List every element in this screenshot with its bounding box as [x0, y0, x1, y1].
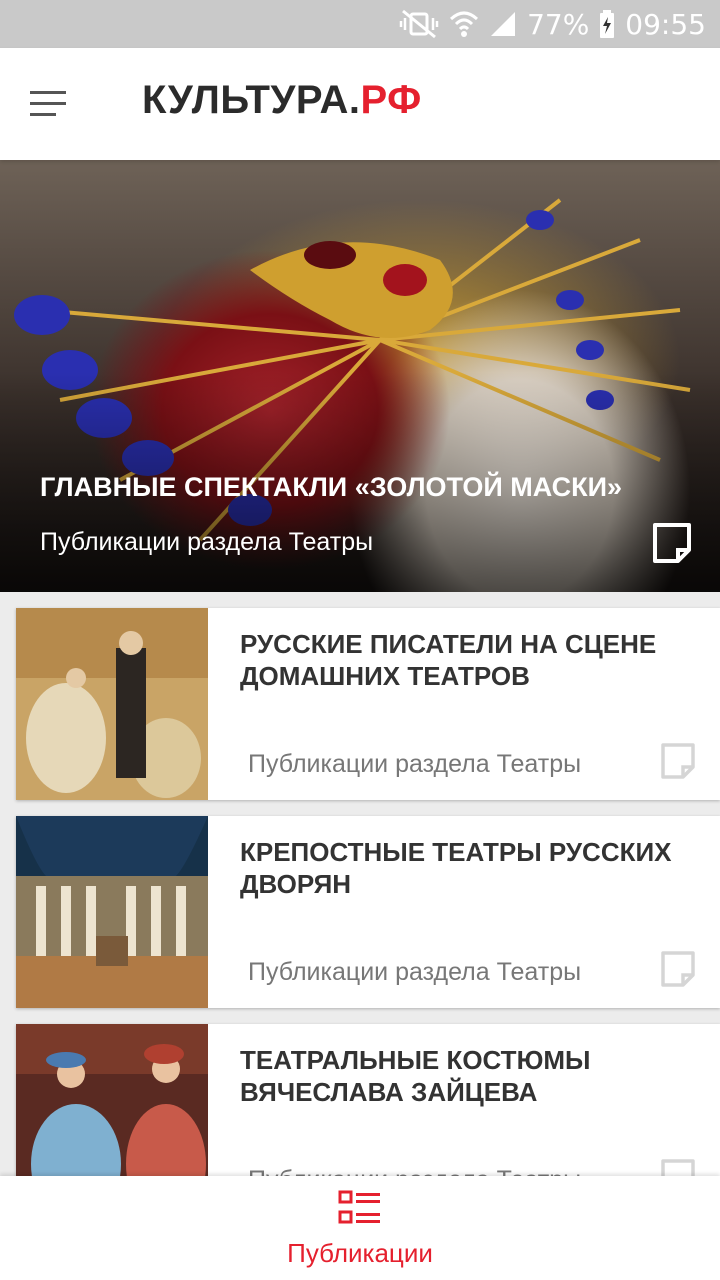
menu-button[interactable] [22, 78, 74, 130]
article-thumbnail [16, 608, 208, 800]
battery-percent: 77% [527, 7, 590, 41]
nav-publications-label: Публикации [287, 1238, 433, 1268]
mute-vibrate-icon [399, 9, 439, 39]
publications-list-icon [338, 1190, 380, 1224]
hero-bookmark-button[interactable] [652, 522, 692, 569]
wifi-icon [450, 11, 479, 37]
bookmark-icon [661, 951, 695, 987]
battery-charging-icon [600, 10, 615, 38]
bottom-navigation: Публикации [0, 1176, 720, 1280]
clock: 09:55 [625, 7, 706, 41]
hero-section-label: Публикации раздела Театры [40, 528, 374, 556]
bookmark-icon [653, 523, 691, 563]
article-title[interactable]: ТЕАТРАЛЬНЫЕ КОСТЮМЫ ВЯЧЕСЛАВА ЗАЙЦЕВА [240, 1044, 700, 1108]
article-title[interactable]: РУССКИЕ ПИСАТЕЛИ НА СЦЕНЕ ДОМАШНИХ ТЕАТР… [240, 628, 700, 692]
signal-icon [491, 12, 516, 36]
article-card[interactable]: РУССКИЕ ПИСАТЕЛИ НА СЦЕНЕ ДОМАШНИХ ТЕАТР… [16, 608, 720, 800]
status-bar: 77% 09:55 [0, 0, 720, 48]
bookmark-button[interactable] [660, 950, 696, 993]
article-section-label: Публикации раздела Театры [248, 750, 582, 778]
bookmark-icon [661, 743, 695, 779]
logo-main: КУЛЬТУРА. [142, 78, 361, 122]
article-section-label: Публикации раздела Театры [248, 958, 582, 986]
hero-title[interactable]: ГЛАВНЫЕ СПЕКТАКЛИ «ЗОЛОТОЙ МАСКИ» [40, 472, 622, 503]
article-thumbnail [16, 816, 208, 1008]
article-card[interactable]: КРЕПОСТНЫЕ ТЕАТРЫ РУССКИХ ДВОРЯН Публика… [16, 816, 720, 1008]
logo-accent: РФ [360, 78, 422, 122]
bookmark-button[interactable] [660, 742, 696, 785]
app-logo[interactable]: КУЛЬТУРА.РФ [142, 78, 422, 123]
featured-article[interactable]: ГЛАВНЫЕ СПЕКТАКЛИ «ЗОЛОТОЙ МАСКИ» Публик… [0, 160, 720, 592]
article-title[interactable]: КРЕПОСТНЫЕ ТЕАТРЫ РУССКИХ ДВОРЯН [240, 836, 700, 900]
nav-publications[interactable]: Публикации [270, 1186, 450, 1276]
app-bar: КУЛЬТУРА.РФ [0, 48, 720, 160]
hamburger-menu-icon [30, 91, 66, 116]
